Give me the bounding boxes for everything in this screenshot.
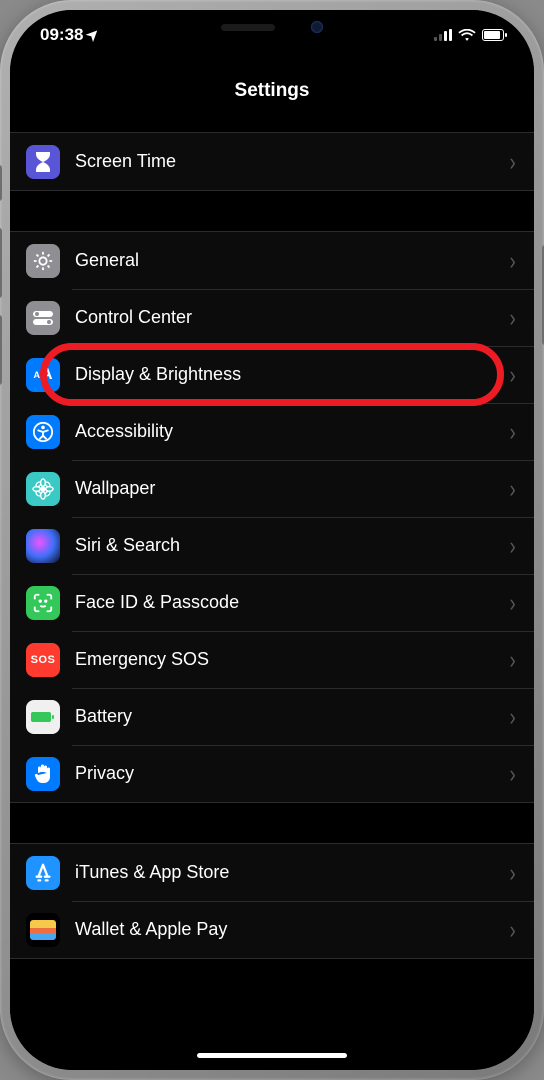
row-accessibility[interactable]: Accessibility ›: [10, 403, 534, 460]
row-label: iTunes & App Store: [75, 862, 509, 883]
row-siri-search[interactable]: Siri & Search ›: [10, 517, 534, 574]
appstore-icon: [26, 856, 60, 890]
settings-section: Screen Time ›: [10, 132, 534, 191]
sos-icon: SOS: [26, 643, 60, 677]
chevron-right-icon: ›: [509, 645, 515, 675]
settings-list[interactable]: Screen Time › General ›: [10, 122, 534, 1070]
settings-section: General › Control Center › AA: [10, 231, 534, 803]
notch: [157, 10, 387, 44]
row-itunes-appstore[interactable]: iTunes & App Store ›: [10, 844, 534, 901]
chevron-right-icon: ›: [509, 531, 515, 561]
front-camera: [311, 21, 323, 33]
row-control-center[interactable]: Control Center ›: [10, 289, 534, 346]
row-label: Control Center: [75, 307, 509, 328]
row-label: Screen Time: [75, 151, 509, 172]
gear-icon: [26, 244, 60, 278]
earpiece: [221, 24, 275, 31]
chevron-right-icon: ›: [509, 360, 515, 390]
wifi-icon: [458, 29, 476, 42]
screen-content: Settings Screen Time ›: [10, 10, 534, 1070]
row-label: General: [75, 250, 509, 271]
siri-icon: [26, 529, 60, 563]
row-emergency-sos[interactable]: SOS Emergency SOS ›: [10, 631, 534, 688]
battery-icon: [26, 700, 60, 734]
volume-up: [0, 228, 2, 298]
row-label: Wallpaper: [75, 478, 509, 499]
row-label: Siri & Search: [75, 535, 509, 556]
chevron-right-icon: ›: [509, 702, 515, 732]
row-label: Emergency SOS: [75, 649, 509, 670]
accessibility-icon: [26, 415, 60, 449]
screen-bezel: 09:38 ➤ Settings: [10, 10, 534, 1070]
text-size-icon: AA: [26, 358, 60, 392]
chevron-right-icon: ›: [509, 858, 515, 888]
cellular-icon: [434, 29, 452, 41]
settings-section: iTunes & App Store › Wallet & Apple Pay …: [10, 843, 534, 959]
page-title: Settings: [235, 80, 310, 102]
row-label: Accessibility: [75, 421, 509, 442]
row-face-id[interactable]: Face ID & Passcode ›: [10, 574, 534, 631]
row-display-brightness[interactable]: AA Display & Brightness ›: [10, 346, 534, 403]
chevron-right-icon: ›: [509, 588, 515, 618]
wallet-icon: [26, 913, 60, 947]
battery-status-icon: [482, 29, 504, 41]
location-icon: ➤: [83, 25, 104, 46]
hand-icon: [26, 757, 60, 791]
row-privacy[interactable]: Privacy ›: [10, 745, 534, 802]
row-label: Privacy: [75, 763, 509, 784]
row-general[interactable]: General ›: [10, 232, 534, 289]
mute-switch: [0, 165, 2, 201]
faceid-icon: [26, 586, 60, 620]
row-label: Wallet & Apple Pay: [75, 919, 509, 940]
row-label: Face ID & Passcode: [75, 592, 509, 613]
nav-bar: Settings: [10, 60, 534, 122]
chevron-right-icon: ›: [509, 303, 515, 333]
status-time: 09:38: [40, 25, 83, 45]
row-wallet-apple-pay[interactable]: Wallet & Apple Pay ›: [10, 901, 534, 958]
phone-frame: 09:38 ➤ Settings: [0, 0, 544, 1080]
home-indicator[interactable]: [197, 1053, 347, 1058]
chevron-right-icon: ›: [509, 246, 515, 276]
switches-icon: [26, 301, 60, 335]
chevron-right-icon: ›: [509, 759, 515, 789]
row-wallpaper[interactable]: Wallpaper ›: [10, 460, 534, 517]
row-label: Battery: [75, 706, 509, 727]
chevron-right-icon: ›: [509, 474, 515, 504]
chevron-right-icon: ›: [509, 417, 515, 447]
volume-down: [0, 315, 2, 385]
chevron-right-icon: ›: [509, 915, 515, 945]
row-screen-time[interactable]: Screen Time ›: [10, 133, 534, 190]
row-label: Display & Brightness: [75, 364, 509, 385]
flower-icon: [26, 472, 60, 506]
row-battery[interactable]: Battery ›: [10, 688, 534, 745]
chevron-right-icon: ›: [509, 147, 515, 177]
hourglass-icon: [26, 145, 60, 179]
